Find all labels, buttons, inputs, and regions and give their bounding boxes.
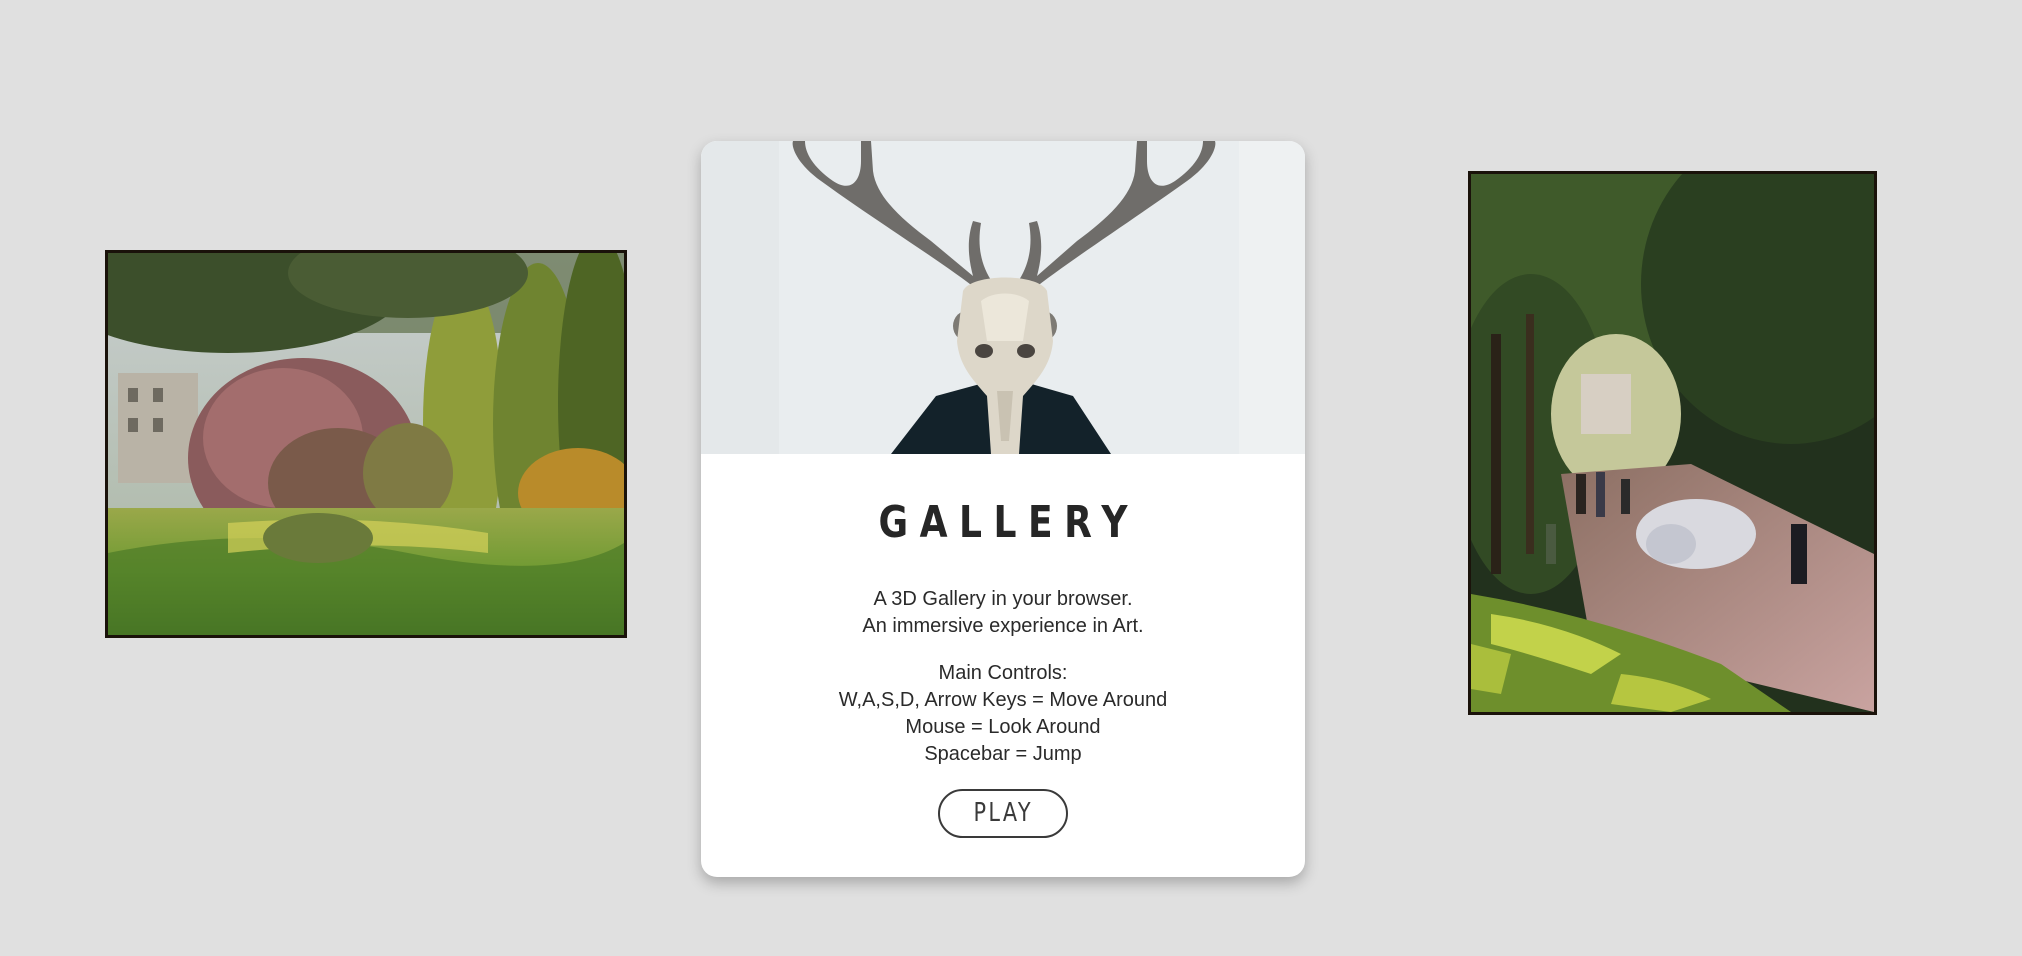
controls-list: Main Controls: W,A,S,D, Arrow Keys = Mov…: [701, 660, 1305, 768]
gallery-intro-card: GALLERY A 3D Gallery in your browser. An…: [701, 141, 1305, 877]
description: A 3D Gallery in your browser. An immersi…: [701, 586, 1305, 640]
play-button-label: PLAY: [973, 798, 1033, 828]
hero-image-deer-skull: [701, 141, 1305, 454]
painting-park-landscape: [105, 250, 627, 638]
page-title: GALLERY: [878, 497, 1139, 548]
controls-line-jump: Spacebar = Jump: [924, 743, 1082, 765]
card-content: GALLERY A 3D Gallery in your browser. An…: [701, 454, 1305, 838]
description-line: A 3D Gallery in your browser.: [873, 588, 1133, 610]
description-line: An immersive experience in Art.: [862, 615, 1144, 637]
controls-line-move: W,A,S,D, Arrow Keys = Move Around: [838, 689, 1168, 711]
painting-park-picnic: [1468, 171, 1877, 715]
controls-line-look: Mouse = Look Around: [905, 716, 1101, 738]
controls-heading: Main Controls:: [938, 662, 1068, 684]
play-button[interactable]: PLAY: [938, 789, 1068, 838]
gallery-landing: GALLERY A 3D Gallery in your browser. An…: [0, 0, 2022, 956]
